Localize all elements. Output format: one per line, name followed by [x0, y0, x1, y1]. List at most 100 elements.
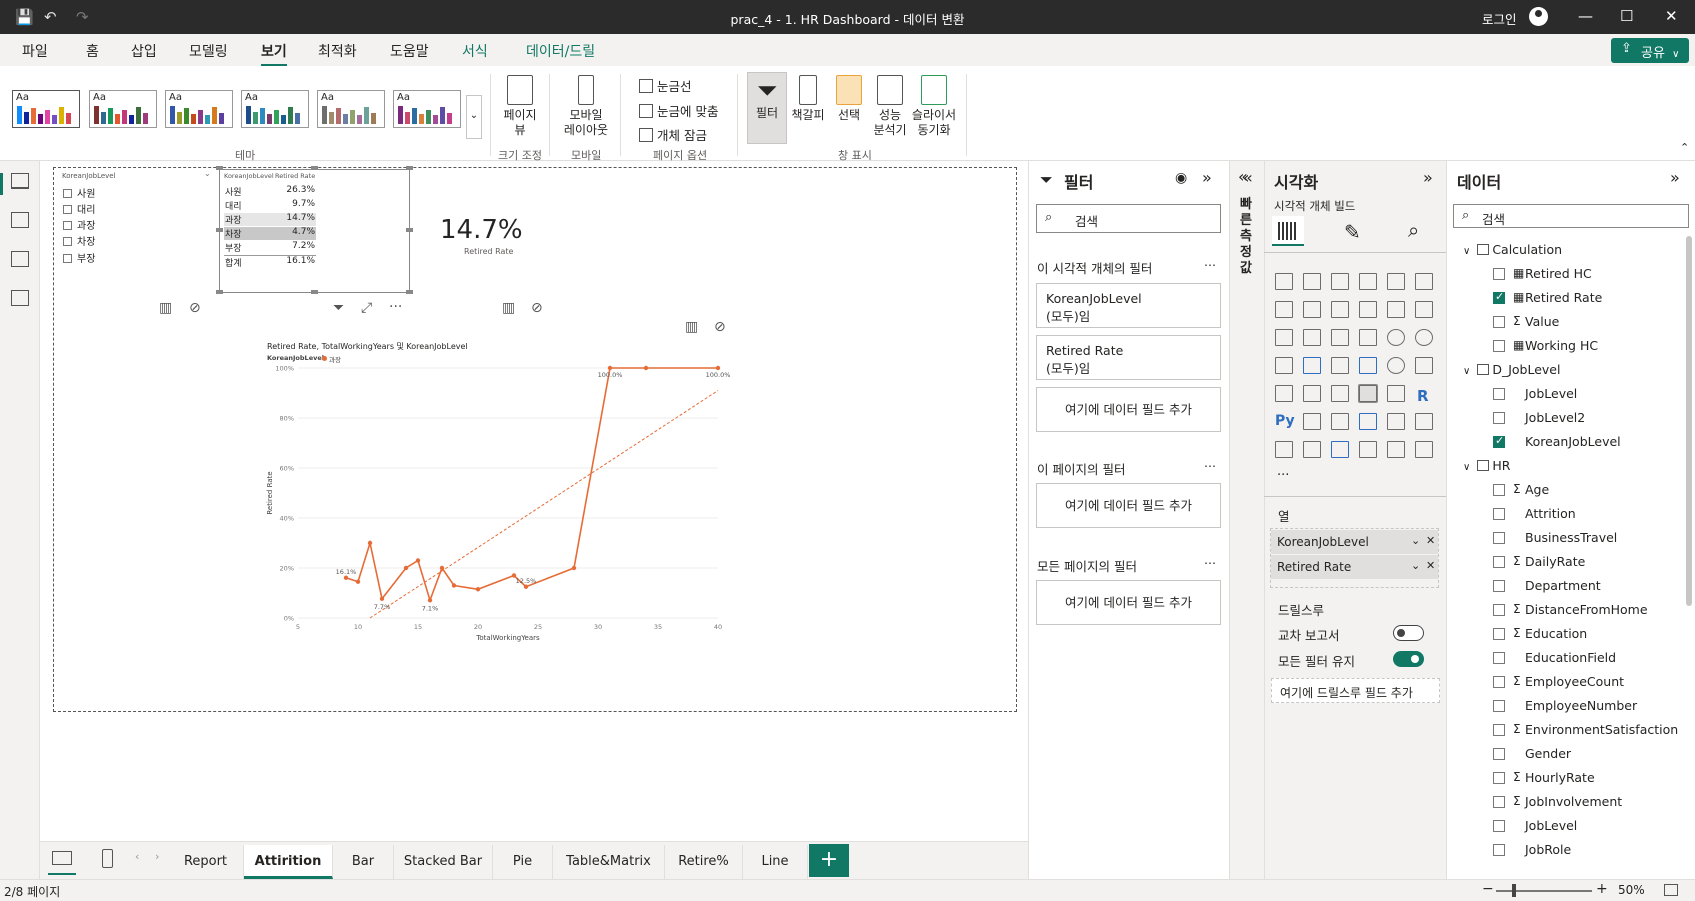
collapse-pane-icon[interactable]: » [1423, 168, 1433, 187]
field-checkbox[interactable] [1493, 604, 1505, 616]
narrative-icon[interactable] [1387, 413, 1405, 430]
ribbon-chart-icon[interactable] [1275, 329, 1293, 346]
tab-insert[interactable]: 삽입 [131, 41, 157, 61]
table-node[interactable]: ∨ HR [1463, 458, 1510, 473]
model-view-icon[interactable] [11, 251, 29, 267]
eye-icon[interactable]: ◉ [1175, 170, 1187, 186]
slicer-item[interactable]: 차장 [63, 233, 95, 248]
100-bar-chart-icon[interactable] [1387, 273, 1405, 290]
lock-objects-checkbox[interactable]: 개체 잠금 [639, 125, 707, 144]
tab-optimize[interactable]: 최적화 [318, 41, 357, 61]
build-visual-tab[interactable] [1272, 216, 1304, 246]
page-tab-table-matrix[interactable]: Table&Matrix [553, 845, 665, 879]
line-chart-icon[interactable] [1275, 301, 1293, 318]
tab-file[interactable]: 파일 [22, 41, 48, 61]
bar-chart-icon[interactable]: ▥ [685, 319, 698, 335]
zoom-out-icon[interactable]: − [1482, 881, 1494, 897]
more-visuals-icon[interactable]: ··· [1277, 468, 1289, 483]
table-icon[interactable] [1358, 384, 1378, 403]
data-search-input[interactable]: ⌕ 검색 [1453, 204, 1689, 228]
slicer-chevron-icon[interactable]: ⌄ [204, 169, 211, 178]
100-column-chart-icon[interactable] [1415, 273, 1433, 290]
stacked-bar-chart-icon[interactable] [1275, 273, 1293, 290]
slicer-item[interactable]: 사원 [63, 185, 95, 200]
quick-measure-strip[interactable]: « 빠른 측정값 [1229, 161, 1264, 879]
report-view-icon[interactable] [11, 173, 29, 189]
field-checkbox[interactable] [1493, 652, 1505, 664]
field-checkbox[interactable] [1493, 268, 1505, 280]
chevron-down-icon[interactable]: ∨ [1463, 462, 1470, 473]
field-checkbox[interactable] [1493, 532, 1505, 544]
power-automate-icon[interactable] [1331, 441, 1349, 458]
slicer-item[interactable]: 부장 [63, 250, 95, 265]
pie-chart-icon[interactable] [1387, 329, 1405, 346]
share-button[interactable]: ⇪ 공유 ∨ [1611, 38, 1689, 63]
focus-mode-icon[interactable]: ⤢ [361, 300, 372, 316]
stacked-area-chart-icon[interactable] [1331, 301, 1349, 318]
area-chart-icon[interactable] [1303, 301, 1321, 318]
performance-analyzer-button[interactable]: 성능 분석기 [870, 75, 910, 138]
zoom-slider-thumb[interactable] [1512, 884, 1516, 897]
map-icon[interactable] [1303, 357, 1321, 374]
resize-handle[interactable] [311, 290, 318, 294]
selection-pane-button[interactable]: 선택 [830, 75, 868, 123]
field-checkbox[interactable] [1493, 748, 1505, 760]
chevron-left-icon[interactable]: ‹ [135, 850, 139, 863]
waterfall-chart-icon[interactable] [1303, 329, 1321, 346]
line-chart[interactable]: 0% 20% 40% 60% 80% 100% 5 10 15 20 25 30 35 40 TotalWo… [260, 360, 750, 660]
collapse-pane-icon[interactable]: » [1670, 168, 1680, 187]
theme-swatch[interactable]: Aa [317, 90, 385, 128]
field-checkbox[interactable] [1493, 844, 1505, 856]
data-pane-scrollbar[interactable] [1686, 236, 1692, 606]
page-tab-attirition[interactable]: Attirition [244, 845, 333, 879]
decomposition-tree-icon[interactable] [1331, 413, 1349, 430]
field-checkbox[interactable] [1493, 580, 1505, 592]
paginated-report-icon[interactable] [1275, 441, 1293, 458]
page-tab-line[interactable]: Line [743, 845, 808, 879]
field-checkbox[interactable] [1493, 700, 1505, 712]
maximize-icon[interactable]: ☐ [1620, 7, 1633, 25]
well-field-koreanjoblevel[interactable]: KoreanJobLevel ⌄ ✕ [1271, 530, 1438, 554]
remove-field-icon[interactable]: ✕ [1426, 534, 1435, 547]
chart-extra-icon[interactable] [1359, 441, 1377, 458]
field-checkbox[interactable] [1493, 628, 1505, 640]
table-row[interactable]: 합계 16.1% [224, 255, 316, 269]
matrix-icon[interactable] [1387, 385, 1405, 402]
theme-swatch[interactable]: Aa [241, 90, 309, 128]
page-tab-bar[interactable]: Bar [333, 845, 394, 879]
fit-to-page-icon[interactable] [1664, 884, 1678, 896]
sync-slicers-button[interactable]: 슬라이서 동기화 [910, 75, 958, 138]
slicer-item[interactable]: 대리 [63, 201, 95, 216]
tab-view[interactable]: 보기 [261, 41, 287, 67]
stacked-column-chart-icon[interactable] [1303, 273, 1321, 290]
chevron-down-icon[interactable]: ∨ [1463, 366, 1470, 377]
field-checkbox[interactable] [1493, 556, 1505, 568]
table-row[interactable]: 대리 9.7% [224, 199, 316, 212]
resize-handle[interactable] [406, 290, 413, 294]
no-entry-icon[interactable]: ⊘ [531, 300, 543, 316]
tab-format[interactable]: 서식 [462, 41, 488, 61]
more-options-icon[interactable]: … [1204, 553, 1216, 567]
r-visual-icon[interactable]: R [1417, 387, 1429, 405]
cross-report-toggle[interactable] [1393, 625, 1424, 641]
add-all-pages-filter-dropzone[interactable]: 여기에 데이터 필드 추가 [1036, 580, 1221, 625]
page-view-button[interactable]: 페이지 뷰 [498, 75, 542, 138]
card-icon[interactable] [1415, 357, 1433, 374]
page-tab-pie[interactable]: Pie [493, 845, 553, 879]
mobile-layout-icon[interactable] [102, 849, 113, 868]
table-node[interactable]: ∨ D_JobLevel [1463, 362, 1560, 377]
bar-chart-icon[interactable]: ▥ [159, 300, 172, 316]
resize-handle[interactable] [216, 290, 223, 294]
no-entry-icon[interactable]: ⊘ [189, 300, 201, 316]
azure-map-icon[interactable] [1359, 357, 1377, 374]
diamond-visual-icon[interactable] [1387, 441, 1405, 458]
resize-handle[interactable] [311, 166, 318, 170]
login-link[interactable]: 로그인 [1482, 9, 1517, 28]
theme-gallery-expand[interactable]: ⌄ [466, 95, 482, 139]
snap-to-grid-checkbox[interactable]: 눈금에 맞춤 [639, 101, 718, 120]
field-checkbox[interactable] [1493, 772, 1505, 784]
tab-home[interactable]: 홈 [86, 41, 99, 61]
clustered-bar-chart-icon[interactable] [1331, 273, 1349, 290]
tab-help[interactable]: 도움말 [390, 41, 429, 61]
chevron-down-icon[interactable]: ⌄ [1411, 534, 1420, 547]
